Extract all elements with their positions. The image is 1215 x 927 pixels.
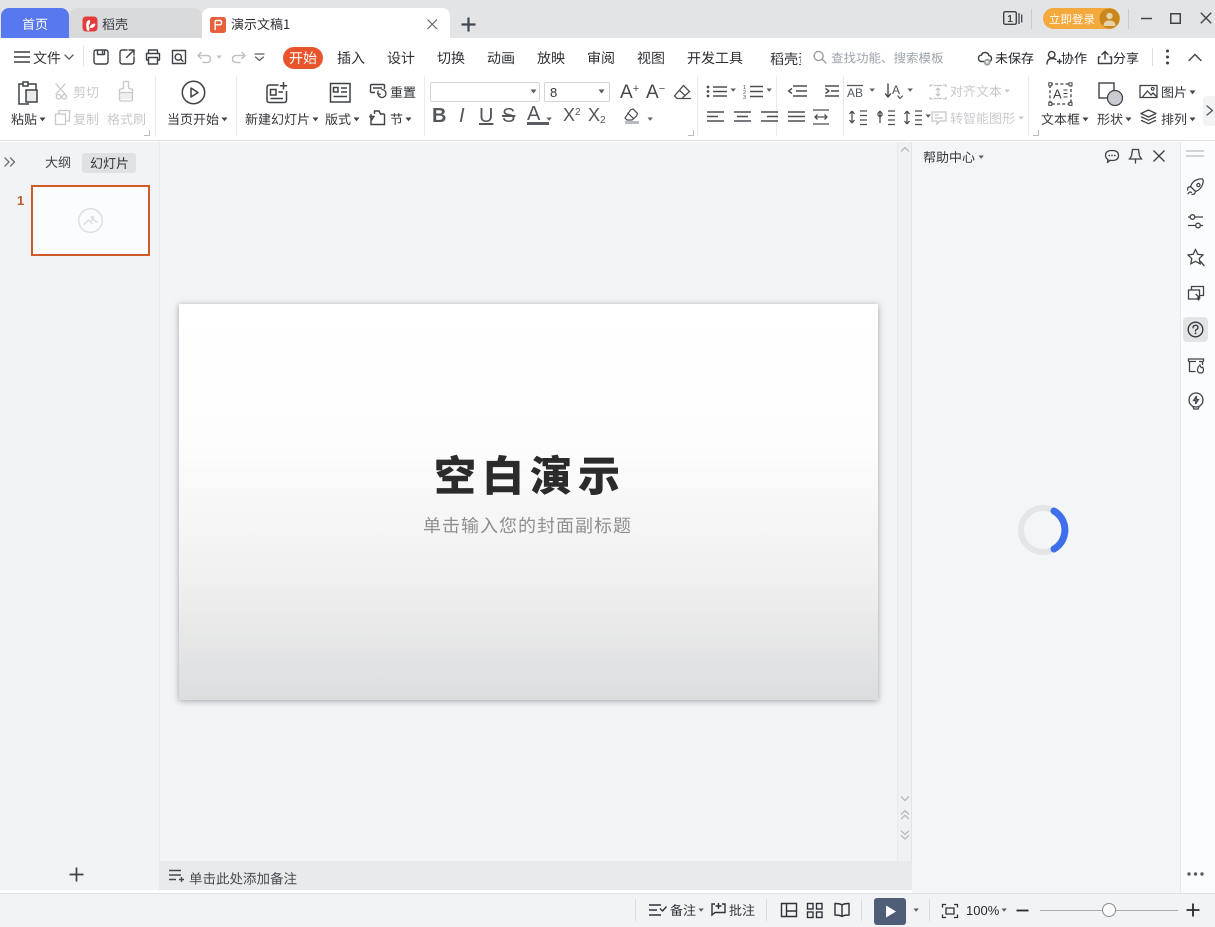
svg-text:1: 1 [1007,14,1013,25]
svg-text:A: A [1053,87,1062,102]
svg-text:3: 3 [743,95,746,101]
svg-text:AB: AB [847,86,863,100]
svg-text:A: A [892,83,900,97]
